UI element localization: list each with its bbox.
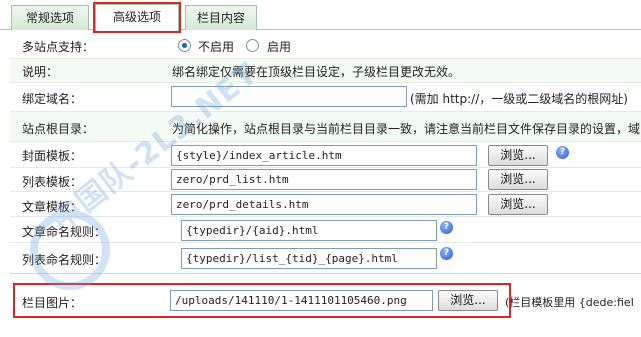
list-template-browse-button[interactable]: 浏览... xyxy=(488,169,548,190)
category-image-browse-button[interactable]: 浏览... xyxy=(438,290,498,311)
list-naming-row: 列表命名规则： {typedir}/list_{tid}_{page}.html… xyxy=(10,243,641,274)
cover-template-label: 封面模板： xyxy=(22,149,83,163)
multisite-row: 多站点支持： 不启用 启用 xyxy=(10,33,641,59)
help-icon[interactable]: ? xyxy=(440,247,453,260)
multisite-on-radio[interactable] xyxy=(246,39,259,52)
domain-input[interactable] xyxy=(171,86,407,107)
cover-template-row: 封面模板： {style}/index_article.htm 浏览... ? xyxy=(10,142,641,168)
list-naming-input[interactable]: {typedir}/list_{tid}_{page}.html xyxy=(181,248,437,269)
article-naming-input[interactable]: {typedir}/{aid}.html xyxy=(181,220,437,241)
siteroot-row: 站点根目录： 为简化操作，站点根目录与当前栏目目录一致，请注意当前栏目文件保存目… xyxy=(10,112,641,142)
list-naming-label: 列表命名规则： xyxy=(22,253,107,267)
cover-template-input[interactable]: {style}/index_article.htm xyxy=(171,145,477,166)
cover-template-browse-button[interactable]: 浏览... xyxy=(488,145,548,166)
tab-content[interactable]: 栏目内容 xyxy=(185,5,257,30)
article-naming-label: 文章命名规则： xyxy=(22,225,107,239)
note-label: 说明： xyxy=(22,65,59,79)
tab-bar: 常规选项 高级选项 栏目内容 xyxy=(0,0,641,31)
list-template-input[interactable]: zero/prd_list.htm xyxy=(171,169,477,190)
category-image-note: (栏目模板里用 {dede:fiel xyxy=(505,296,634,309)
help-icon[interactable]: ? xyxy=(556,146,569,159)
article-template-label: 文章模板： xyxy=(22,200,83,214)
tab-general[interactable]: 常规选项 xyxy=(11,5,89,30)
category-image-row: 栏目图片： /uploads/141110/1-1411101105460.pn… xyxy=(10,285,641,316)
tab-advanced[interactable]: 高级选项 xyxy=(95,4,179,31)
article-template-input[interactable]: zero/prd_details.htm xyxy=(171,194,477,215)
note-text: 绑名绑定仅需要在顶级栏目设定，子级栏目更改无效。 xyxy=(172,65,461,79)
list-template-row: 列表模板： zero/prd_list.htm 浏览... xyxy=(10,168,641,192)
domain-label: 绑定域名： xyxy=(22,92,83,106)
siteroot-label: 站点根目录： xyxy=(22,122,95,136)
domain-hint: (需加 http://，一级或二级域名的根网址) xyxy=(410,92,628,106)
category-image-label: 栏目图片： xyxy=(22,296,83,310)
article-template-row: 文章模板： zero/prd_details.htm 浏览... xyxy=(10,192,641,217)
category-image-input[interactable]: /uploads/141110/1-1411101105460.png xyxy=(170,290,433,311)
siteroot-text: 为简化操作，站点根目录与当前栏目目录一致，请注意当前栏目文件保存目录的设置，域 xyxy=(172,122,641,136)
multisite-on-label: 启用 xyxy=(267,40,292,54)
help-icon[interactable]: ? xyxy=(440,221,453,234)
article-naming-row: 文章命名规则： {typedir}/{aid}.html ? xyxy=(10,217,641,243)
note-row: 说明： 绑名绑定仅需要在顶级栏目设定，子级栏目更改无效。 xyxy=(10,59,641,83)
multisite-off-label: 不启用 xyxy=(198,40,235,54)
list-template-label: 列表模板： xyxy=(22,175,83,189)
domain-row: 绑定域名： (需加 http://，一级或二级域名的根网址) xyxy=(10,83,641,112)
multisite-label: 多站点支持： xyxy=(22,40,95,54)
multisite-off-radio[interactable] xyxy=(178,39,191,52)
article-template-browse-button[interactable]: 浏览... xyxy=(488,194,548,215)
